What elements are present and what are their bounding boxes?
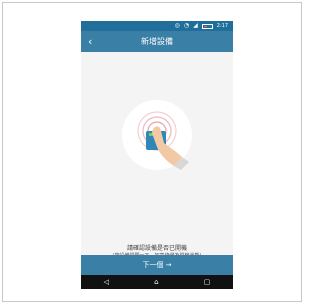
signal-icon: ◢ (193, 22, 198, 29)
wifi-icon: ◔ (183, 22, 190, 29)
recents-icon[interactable]: ▢ (204, 278, 211, 286)
status-time: 2:17 (216, 23, 228, 29)
instruction-line-1: 請確認設備是否已開機 (126, 245, 187, 252)
back-triangle-icon[interactable]: ◁ (104, 278, 109, 286)
phone-screen: ◎ ◔ ◢ 2:17 ‹ 新增設備 請確認設備是否已開機 (按設備開關一下，如亮… (81, 21, 233, 289)
page-title: 新增設備 (141, 37, 173, 46)
device-power-illustration (122, 100, 192, 170)
app-bar: ‹ 新增設備 (81, 31, 233, 52)
main-content: 請確認設備是否已開機 (按設備開關一下，如亮綠燈為開機狀態) (81, 52, 233, 259)
next-button[interactable]: 下一個 → (81, 255, 233, 275)
battery-icon (201, 23, 213, 29)
location-icon: ◎ (174, 22, 180, 29)
screenshot-frame: ◎ ◔ ◢ 2:17 ‹ 新增設備 請確認設備是否已開機 (按設備開關一下，如亮… (2, 2, 302, 302)
status-bar: ◎ ◔ ◢ 2:17 (81, 21, 233, 31)
home-icon[interactable]: ⌂ (154, 278, 158, 286)
android-nav-bar: ◁ ⌂ ▢ (81, 275, 233, 289)
